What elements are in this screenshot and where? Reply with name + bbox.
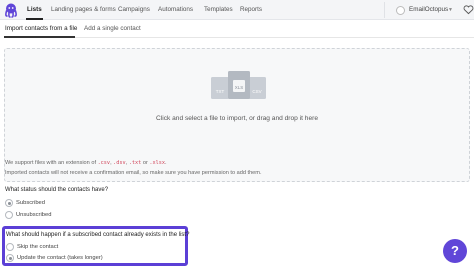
nav-divider: [384, 2, 385, 18]
account-name[interactable]: EmailOctopus: [409, 0, 448, 20]
nav-campaigns[interactable]: Campaigns: [118, 0, 150, 20]
import-contacts-page: Lists Landing pages & forms Campaigns Au…: [0, 0, 474, 268]
tab-import-from-file[interactable]: Import contacts from a file: [5, 21, 77, 36]
top-navigation: Lists Landing pages & forms Campaigns Au…: [0, 0, 474, 20]
status-question: What status should the contacts have?: [5, 187, 109, 193]
radio-subscribed[interactable]: [5, 199, 13, 207]
option-label: Unsubscribed: [16, 212, 52, 218]
option-label: Update the contact (takes longer): [17, 255, 103, 261]
option-label: Subscribed: [16, 200, 46, 206]
option-label: Skip the contact: [17, 244, 59, 250]
supported-extensions-text: We support files with an extension of .c…: [5, 160, 167, 166]
supported-prefix: We support files with an extension of: [5, 160, 96, 166]
radio-unsubscribed[interactable]: [5, 211, 13, 219]
ext-xlsx: .xlsx: [149, 160, 166, 166]
ext-or: or: [142, 160, 148, 166]
xls-file-label: XLS: [235, 85, 244, 90]
heart-icon[interactable]: [463, 4, 474, 15]
csv-file-label: CSV: [252, 89, 261, 94]
ext-dsv: .dsv: [113, 160, 126, 166]
txt-file-label: TXT: [216, 89, 225, 94]
ext-period: .: [165, 160, 167, 166]
nav-lists[interactable]: Lists: [27, 0, 42, 20]
ext-txt: .txt: [128, 160, 142, 166]
account-avatar[interactable]: [396, 6, 405, 15]
nav-reports[interactable]: Reports: [240, 0, 262, 20]
nav-landing-pages-forms[interactable]: Landing pages & forms: [51, 0, 116, 20]
tab-active-indicator: [4, 36, 75, 38]
tab-add-single-contact[interactable]: Add a single contact: [84, 21, 141, 36]
confirmation-note: Imported contacts will not receive a con…: [5, 170, 262, 176]
octopus-logo-icon[interactable]: [3, 2, 19, 18]
ext-csv: .csv: [97, 160, 111, 166]
radio-skip[interactable]: [6, 243, 14, 251]
file-types-icon: TXT XLS CSV: [211, 71, 266, 99]
nav-active-indicator: [26, 18, 43, 20]
existing-contact-question: What should happen if a subscribed conta…: [6, 232, 190, 238]
nav-templates[interactable]: Templates: [204, 0, 233, 20]
chevron-down-icon[interactable]: ▼: [448, 0, 453, 20]
nav-automations[interactable]: Automations: [158, 0, 193, 20]
radio-update[interactable]: [6, 254, 14, 262]
help-button[interactable]: ?: [443, 239, 467, 263]
drop-zone-text: Click and select a file to import, or dr…: [156, 115, 318, 122]
